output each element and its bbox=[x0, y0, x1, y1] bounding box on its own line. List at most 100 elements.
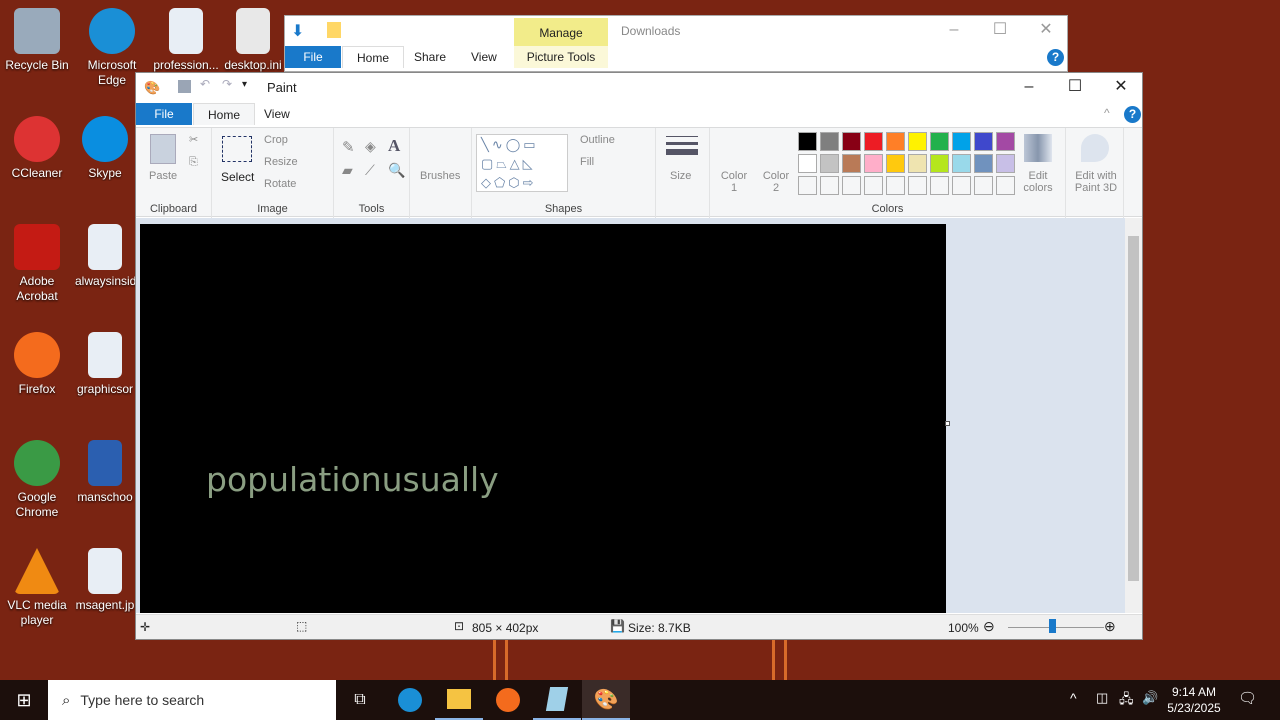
color-swatch[interactable] bbox=[886, 132, 905, 151]
custom-color-slot[interactable] bbox=[842, 176, 861, 195]
custom-color-slot[interactable] bbox=[798, 176, 817, 195]
color2-button[interactable]: Color 2 bbox=[760, 170, 792, 194]
redo-icon[interactable]: ↷ bbox=[222, 77, 232, 91]
color-swatch[interactable] bbox=[930, 132, 949, 151]
volume-icon[interactable]: 🔊 bbox=[1142, 690, 1158, 706]
pencil-icon[interactable]: ✎ bbox=[342, 138, 355, 156]
edit-colors-button[interactable]: Edit colors bbox=[1018, 170, 1058, 194]
close-button[interactable]: ✕ bbox=[1023, 16, 1069, 44]
undo-icon[interactable]: ↶ bbox=[200, 77, 210, 91]
color-swatch[interactable] bbox=[820, 154, 839, 173]
close-button[interactable]: ✕ bbox=[1098, 73, 1144, 101]
zoom-slider-thumb[interactable] bbox=[1049, 619, 1057, 633]
notifications-icon[interactable]: 🗨 bbox=[1238, 689, 1257, 707]
taskbar-edge[interactable] bbox=[386, 680, 434, 720]
color-swatch[interactable] bbox=[996, 132, 1015, 151]
customize-quick-access-icon[interactable]: ▾ bbox=[242, 79, 247, 90]
shapes-gallery[interactable]: ╲∿◯▭ ▢⏢△◺ ◇⬠⬡⇨ bbox=[476, 134, 568, 192]
taskbar-paint[interactable]: 🎨 bbox=[582, 680, 630, 720]
desktop-icon-ccleaner[interactable]: CCleaner bbox=[0, 116, 74, 181]
text-tool-icon[interactable]: A bbox=[388, 136, 400, 156]
paste-button[interactable]: Paste bbox=[149, 170, 177, 182]
color-swatch[interactable] bbox=[908, 132, 927, 151]
resize-button[interactable]: Resize bbox=[264, 156, 298, 168]
tab-file[interactable]: File bbox=[285, 46, 341, 68]
clock[interactable]: 9:14 AM 5/23/2025 bbox=[1162, 684, 1226, 716]
custom-color-slot[interactable] bbox=[974, 176, 993, 195]
desktop-icon-recycle-bin[interactable]: Recycle Bin bbox=[0, 8, 74, 73]
zoom-in-button[interactable]: ⊕ bbox=[1104, 618, 1116, 635]
show-hidden-icons[interactable]: ^ bbox=[1070, 690, 1077, 706]
desktop-icon-chrome[interactable]: Google Chrome bbox=[0, 440, 74, 520]
copy-icon[interactable]: ⎘ bbox=[189, 156, 198, 169]
color-swatch[interactable] bbox=[842, 132, 861, 151]
color-swatch[interactable] bbox=[996, 154, 1015, 173]
minimize-button[interactable]: – bbox=[1006, 73, 1052, 101]
desktop-icon-file[interactable]: graphicsor bbox=[75, 332, 135, 397]
task-view-button[interactable]: ⧉ bbox=[336, 680, 384, 720]
custom-color-slot[interactable] bbox=[820, 176, 839, 195]
tab-home[interactable]: Home bbox=[193, 103, 256, 125]
color-picker-icon[interactable]: ⟋ bbox=[365, 162, 375, 179]
zoom-out-button[interactable]: ⊖ bbox=[983, 618, 995, 635]
resize-handle[interactable] bbox=[945, 421, 950, 426]
tab-picture-tools[interactable]: Picture Tools bbox=[514, 46, 608, 68]
maximize-button[interactable]: ☐ bbox=[1052, 73, 1098, 101]
cut-icon[interactable]: ✂ bbox=[189, 133, 198, 146]
custom-color-slot[interactable] bbox=[908, 176, 927, 195]
color1-button[interactable]: Color 1 bbox=[718, 170, 750, 194]
color-swatch[interactable] bbox=[930, 154, 949, 173]
custom-color-slot[interactable] bbox=[864, 176, 883, 195]
minimize-button[interactable]: – bbox=[931, 16, 977, 44]
rotate-button[interactable]: Rotate bbox=[264, 178, 296, 190]
custom-color-slot[interactable] bbox=[930, 176, 949, 195]
manage-tab[interactable]: Manage bbox=[514, 18, 608, 46]
desktop-icon-file[interactable]: alwaysinsid bbox=[75, 224, 135, 289]
color-swatch[interactable] bbox=[798, 154, 817, 173]
tab-home[interactable]: Home bbox=[342, 46, 405, 68]
select-button[interactable]: Select bbox=[221, 170, 254, 184]
color-swatch[interactable] bbox=[820, 132, 839, 151]
help-icon[interactable]: ? bbox=[1124, 106, 1141, 123]
tab-share[interactable]: Share bbox=[400, 46, 460, 68]
taskbar-notepad[interactable] bbox=[533, 680, 581, 720]
eraser-icon[interactable]: ▰ bbox=[342, 162, 353, 179]
search-box[interactable]: ⌕ Type here to search bbox=[48, 680, 336, 720]
custom-color-slot[interactable] bbox=[996, 176, 1015, 195]
fill-bucket-icon[interactable]: ◈ bbox=[365, 138, 376, 155]
magnifier-icon[interactable]: 🔍 bbox=[388, 162, 405, 179]
color-swatch[interactable] bbox=[952, 154, 971, 173]
desktop-icon-file[interactable]: profession... bbox=[149, 8, 223, 73]
color-swatch[interactable] bbox=[974, 154, 993, 173]
desktop-icon-file[interactable]: msagent.jp bbox=[75, 548, 135, 613]
scrollbar-thumb[interactable] bbox=[1128, 236, 1139, 581]
desktop-icon-firefox[interactable]: Firefox bbox=[0, 332, 74, 397]
desktop-icon-vlc[interactable]: VLC media player bbox=[0, 548, 74, 628]
help-icon[interactable]: ? bbox=[1047, 49, 1064, 66]
brushes-button[interactable]: Brushes bbox=[420, 170, 460, 182]
color-swatch[interactable] bbox=[908, 154, 927, 173]
taskbar-firefox[interactable] bbox=[484, 680, 532, 720]
meet-now-icon[interactable]: ◫ bbox=[1096, 690, 1108, 706]
color-swatch[interactable] bbox=[974, 132, 993, 151]
color-swatch[interactable] bbox=[886, 154, 905, 173]
desktop-icon-word-file[interactable]: manschoo bbox=[75, 440, 135, 505]
save-icon[interactable] bbox=[178, 80, 191, 93]
start-button[interactable]: ⊞ bbox=[0, 680, 48, 720]
desktop-icon-desktop-ini[interactable]: desktop.ini bbox=[222, 8, 284, 73]
color-swatch[interactable] bbox=[952, 132, 971, 151]
color-swatch[interactable] bbox=[864, 154, 883, 173]
tab-view[interactable]: View bbox=[457, 46, 511, 68]
tab-view[interactable]: View bbox=[250, 103, 304, 125]
crop-button[interactable]: Crop bbox=[264, 134, 288, 146]
size-button[interactable]: Size bbox=[670, 170, 691, 182]
fill-button[interactable]: Fill bbox=[580, 156, 594, 168]
custom-color-slot[interactable] bbox=[886, 176, 905, 195]
desktop-icon-skype[interactable]: Skype bbox=[75, 116, 135, 181]
desktop-icon-acrobat[interactable]: Adobe Acrobat bbox=[0, 224, 74, 304]
tab-file[interactable]: File bbox=[136, 103, 192, 125]
network-icon[interactable]: 🖧 bbox=[1119, 690, 1134, 712]
outline-button[interactable]: Outline bbox=[580, 134, 615, 146]
color-swatch[interactable] bbox=[842, 154, 861, 173]
maximize-button[interactable]: ☐ bbox=[977, 16, 1023, 44]
